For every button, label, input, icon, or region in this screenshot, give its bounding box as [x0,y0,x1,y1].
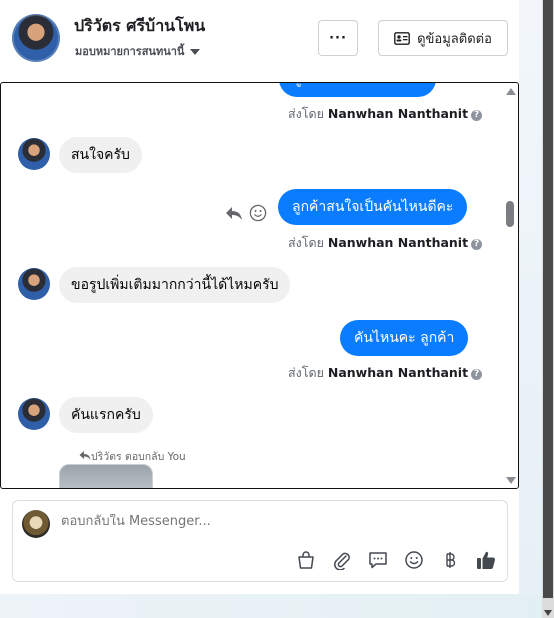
scroll-up-icon[interactable] [506,88,516,95]
message-thread[interactable]: ลูกค้าสนใจคันไหนคะ ส่งโดย Nanwhan Nantha… [0,82,519,489]
caret-down-icon [190,49,201,55]
view-contact-button[interactable]: ดูข้อมูลติดต่อ [378,20,508,56]
sender-avatar [18,398,50,430]
reply-note: ปริวัตร ตอบกลับ You [79,448,186,465]
scroll-thumb[interactable] [506,201,514,227]
sent-by-label: ส่งโดย Nanwhan Nanthanit? [288,363,483,383]
sender-avatar [18,138,50,170]
shopping-bag-icon[interactable] [295,549,317,571]
contact-card-icon [394,31,410,45]
outgoing-message: ลูกค้าสนใจคันไหนคะ [279,83,437,97]
sender-avatar [18,268,50,300]
incoming-message: คันแรกครับ [59,397,153,433]
composer-toolbar [295,549,497,571]
contact-name: ปริวัตร ศรีบ้านโพน [74,16,206,35]
contact-avatar[interactable] [12,14,60,62]
outgoing-message: ลูกค้าสนใจเป็นคันไหนดีคะ [278,189,468,225]
payment-baht-icon[interactable] [439,549,461,571]
more-options-icon: ··· [329,30,347,46]
more-options-button[interactable]: ··· [318,20,358,56]
conversation-panel: ปริวัตร ศรีบ้านโพน มอบหมายการสนทนานี้ ··… [0,0,519,594]
saved-replies-icon[interactable] [367,549,389,571]
attachment-icon[interactable] [331,549,353,571]
assign-conversation-dropdown[interactable]: มอบหมายการสนทนานี้ [75,42,201,60]
assign-label: มอบหมายการสนทนานี้ [75,45,185,58]
sent-by-label: ส่งโดย Nanwhan Nanthanit? [288,233,483,253]
view-contact-label: ดูข้อมูลติดต่อ [417,31,492,47]
help-icon[interactable]: ? [471,110,483,121]
reply-input[interactable] [61,514,461,529]
message-actions [225,204,267,222]
react-emoji-icon[interactable] [249,204,267,222]
window-scroll-thumb[interactable] [543,0,553,598]
incoming-message: สนใจครับ [59,137,142,173]
image-attachment[interactable] [59,464,153,488]
emoji-icon[interactable] [403,549,425,571]
thread-scrollbar[interactable] [502,83,518,488]
help-icon[interactable]: ? [471,239,483,250]
outgoing-message: คันไหนคะ ลูกค้า [340,320,469,356]
help-icon[interactable]: ? [471,369,483,380]
thumbs-up-icon[interactable] [475,549,497,571]
bottom-background [0,594,542,618]
reply-arrow-icon [79,451,91,460]
sent-by-label: ส่งโดย Nanwhan Nanthanit? [288,104,483,124]
scroll-down-icon[interactable] [506,477,516,484]
side-background [519,0,542,618]
reply-composer [12,500,508,582]
reply-icon[interactable] [225,205,243,221]
window-scroll-down-icon[interactable] [544,610,552,616]
window-scrollbar[interactable] [542,0,554,618]
incoming-message: ขอรูปเพิ่มเติมมากกว่านี้ได้ไหมครับ [59,267,291,303]
page-avatar [22,510,50,538]
